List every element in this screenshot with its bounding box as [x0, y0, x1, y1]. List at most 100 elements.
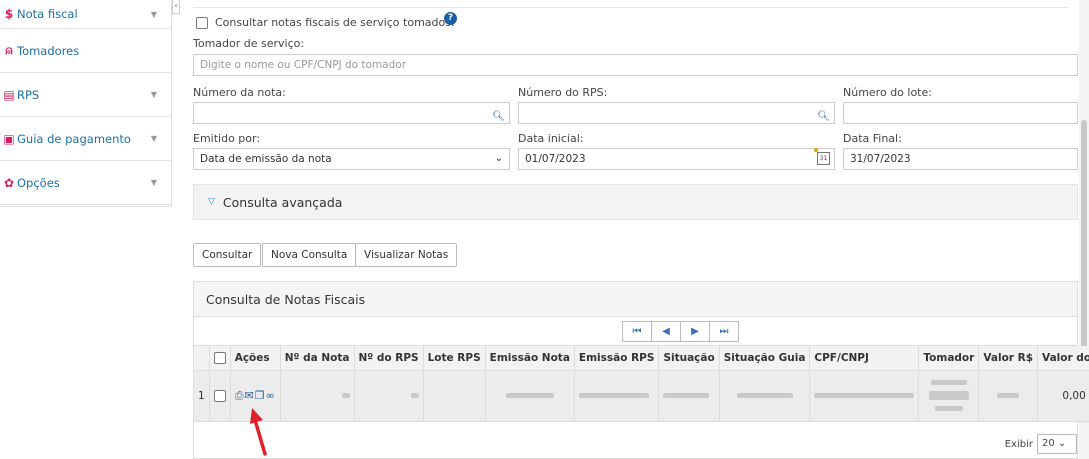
numero-lote-label: Número do lote: [843, 86, 932, 99]
data-inicial-label: Data inicial: [518, 132, 584, 145]
row-select-cell [209, 370, 231, 422]
page-size-select[interactable]: 20 ⌄ [1037, 434, 1077, 454]
col-index [194, 346, 210, 371]
page-size-label: Exibir [1004, 438, 1033, 450]
chevron-down-icon: ▼ [150, 90, 157, 99]
last-page-button[interactable]: ⏭ [709, 321, 739, 342]
select-all-checkbox[interactable] [213, 351, 226, 364]
col-emissao-nota[interactable]: Emissão Nota [485, 346, 575, 371]
numero-lote-input[interactable] [843, 102, 1078, 124]
col-valor[interactable]: Valor R$ [978, 346, 1039, 371]
numero-nota-input[interactable]: 🔍︎ [193, 102, 510, 124]
user-icon: ⍝ [5, 43, 13, 57]
results-table: Ações Nº da Nota Nº do RPS Lote RPS Emis… [194, 346, 1089, 422]
advanced-search-toggle[interactable]: ▽ Consulta avançada [193, 184, 1078, 220]
data-final-value: 31/07/2023 [850, 153, 911, 165]
col-valor-iss[interactable]: Valor do IS [1037, 346, 1089, 371]
link-icon[interactable]: ∞ [266, 389, 276, 402]
consult-tomados-label: Consultar notas fiscais de serviço tomad… [215, 16, 455, 29]
top-divider [193, 0, 1068, 8]
cell-cpf-cnpj [809, 370, 920, 422]
sidebar-collapse-toggle[interactable]: ‹ [172, 0, 180, 14]
cell-numero-rps [354, 370, 424, 422]
sidebar-item-tomadores[interactable]: ⍝ Tomadores [0, 29, 171, 73]
page-size-control: Exibir 20 ⌄ [1005, 430, 1077, 458]
help-icon[interactable]: ? [444, 12, 457, 25]
chevron-down-icon: ▼ [150, 9, 157, 19]
row-checkbox[interactable] [213, 389, 226, 402]
print-icon[interactable]: ⎙ [235, 389, 245, 402]
cell-valor [978, 370, 1039, 422]
sidebar-item-opcoes[interactable]: ✿ Opções ▼ [0, 161, 171, 205]
sidebar-item-label: Nota fiscal [17, 7, 78, 21]
pager-row: ⏮ ◀ ▶ ⏭ [194, 317, 1077, 346]
sidebar-item-label: RPS [17, 87, 40, 102]
cell-tomador [918, 370, 980, 422]
payment-icon: ▣ [3, 131, 15, 146]
cell-lote-rps [423, 370, 486, 422]
chevron-down-icon: ▼ [150, 178, 157, 187]
gear-icon: ✿ [3, 175, 15, 190]
col-situacao[interactable]: Situação [658, 346, 720, 371]
col-emissao-rps[interactable]: Emissão RPS [574, 346, 660, 371]
email-icon[interactable]: ✉ [245, 389, 255, 402]
cell-emissao-rps [574, 370, 660, 422]
data-inicial-input[interactable]: 01/07/2023 31 [518, 148, 835, 170]
table-row[interactable]: 1 ⎙✉❐∞ 0,00 [194, 370, 1089, 422]
table-header-row: Ações Nº da Nota Nº do RPS Lote RPS Emis… [194, 346, 1089, 371]
emitido-por-select[interactable]: Data de emissão da nota ⌄ [193, 148, 510, 170]
chevron-down-icon: ⌄ [494, 153, 503, 164]
tomador-label: Tomador de serviço: [193, 37, 305, 50]
sidebar: $ Nota fiscal ▼ ⍝ Tomadores ▤ RPS ▼ ▣ Gu… [0, 0, 172, 207]
sidebar-item-nota-fiscal[interactable]: $ Nota fiscal ▼ [0, 0, 171, 29]
search-icon[interactable]: 🔍︎ [492, 107, 505, 127]
nova-consulta-button[interactable]: Nova Consulta [262, 243, 357, 267]
cell-situacao [658, 370, 720, 422]
col-acoes: Ações [230, 346, 281, 371]
calendar-icon[interactable]: 31 [817, 152, 830, 165]
sidebar-item-label: Tomadores [17, 43, 80, 58]
visualizar-notas-button[interactable]: Visualizar Notas [355, 243, 458, 267]
results-title: Consulta de Notas Fiscais [194, 282, 1077, 317]
chevron-down-icon: ▼ [150, 134, 157, 143]
triangle-down-icon: ▽ [208, 197, 215, 207]
red-arrow-annotation [250, 408, 267, 456]
cell-emissao-nota [485, 370, 575, 422]
consult-tomados-checkbox[interactable] [196, 17, 208, 29]
cell-situacao-guia [719, 370, 811, 422]
sidebar-item-label: Guia de pagamento [17, 131, 131, 146]
col-numero-nota[interactable]: Nº da Nota [280, 346, 355, 371]
consultar-button[interactable]: Consultar [193, 243, 262, 267]
col-numero-rps[interactable]: Nº do RPS [354, 346, 424, 371]
col-situacao-guia[interactable]: Situação Guia [719, 346, 811, 371]
search-icon[interactable]: 🔍︎ [817, 107, 830, 127]
prev-page-button[interactable]: ◀ [651, 321, 681, 342]
row-index: 1 [194, 370, 210, 422]
list-icon: ▤ [3, 87, 15, 102]
emitido-por-label: Emitido por: [193, 132, 261, 145]
numero-nota-label: Número da nota: [193, 86, 286, 99]
data-final-label: Data Final: [843, 132, 902, 145]
numero-rps-input[interactable]: 🔍︎ [518, 102, 835, 124]
cell-valor-iss: 0,00 [1037, 370, 1089, 422]
sidebar-item-rps[interactable]: ▤ RPS ▼ [0, 73, 171, 117]
first-page-button[interactable]: ⏮ [622, 321, 652, 342]
pager: ⏮ ◀ ▶ ⏭ [622, 321, 739, 342]
next-page-button[interactable]: ▶ [680, 321, 710, 342]
emitido-por-value: Data de emissão da nota [200, 153, 332, 165]
col-lote-rps[interactable]: Lote RPS [423, 346, 486, 371]
sidebar-item-guia-pagamento[interactable]: ▣ Guia de pagamento ▼ [0, 117, 171, 161]
tomador-input[interactable]: Digite o nome ou CPF/CNPJ do tomador [193, 54, 1078, 76]
dollar-icon: $ [4, 7, 14, 21]
results-panel: Consulta de Notas Fiscais ⏮ ◀ ▶ ⏭ Ações … [193, 281, 1089, 459]
sidebar-item-label: Opções [17, 175, 60, 190]
data-inicial-value: 01/07/2023 [525, 153, 586, 165]
copy-icon[interactable]: ❐ [255, 389, 266, 402]
cell-numero-nota [280, 370, 355, 422]
col-cpf-cnpj[interactable]: CPF/CNPJ [809, 346, 920, 371]
data-final-input[interactable]: 31/07/2023 [843, 148, 1078, 170]
numero-rps-label: Número do RPS: [518, 86, 608, 99]
col-tomador[interactable]: Tomador [918, 346, 980, 371]
col-select-all [209, 346, 231, 371]
advanced-search-label: Consulta avançada [222, 194, 343, 210]
